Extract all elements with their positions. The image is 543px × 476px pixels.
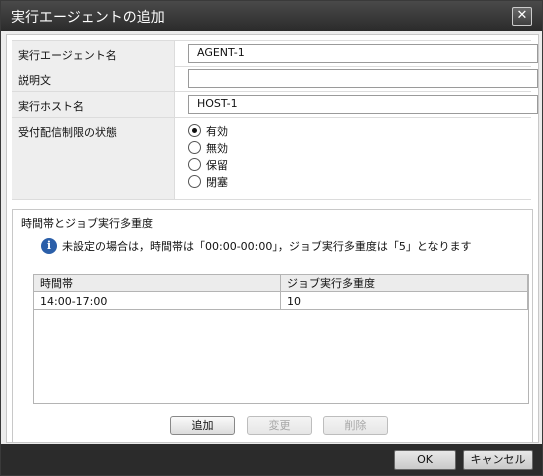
table-row[interactable]: 14:00-17:00 10 <box>34 291 528 310</box>
agent-name-label-cell: 実行エージェント名 <box>12 41 175 66</box>
cancel-button[interactable]: キャンセル <box>463 450 533 470</box>
info-text: 未設定の場合は，時間帯は「00:00-00:00」，ジョブ実行多重度は「5」とな… <box>62 240 472 253</box>
form-row-description: 説明文 <box>12 66 538 92</box>
agent-name-input[interactable]: AGENT-1 <box>188 44 538 63</box>
cell-concurrency[interactable]: 10 <box>280 291 528 310</box>
form-row-reception-status: 受付配信制限の状態 有効 無効 保留 閉塞 <box>12 118 531 200</box>
cell-time[interactable]: 14:00-17:00 <box>34 291 281 310</box>
description-label: 説明文 <box>18 74 51 87</box>
column-header-concurrency[interactable]: ジョブ実行多重度 <box>280 275 528 292</box>
column-header-time[interactable]: 時間帯 <box>34 275 281 292</box>
dialog-content: 実行エージェント名 AGENT-1 説明文 実行ホスト名 HOST-1 受付配信… <box>6 34 539 443</box>
reception-status-radio-group: 有効 無効 保留 閉塞 <box>188 122 228 190</box>
agent-name-label: 実行エージェント名 <box>18 49 117 62</box>
host-name-label-cell: 実行ホスト名 <box>12 92 175 117</box>
concurrency-section: 時間帯とジョブ実行多重度 i 未設定の場合は，時間帯は「00:00-00:00」… <box>12 209 533 443</box>
host-name-input[interactable]: HOST-1 <box>188 95 538 114</box>
delete-row-button[interactable]: 削除 <box>323 416 388 435</box>
concurrency-table: 時間帯 ジョブ実行多重度 14:00-17:00 10 <box>33 274 529 404</box>
section-title: 時間帯とジョブ実行多重度 <box>21 217 153 230</box>
reception-status-label: 受付配信制限の状態 <box>18 126 117 139</box>
close-button[interactable]: ✕ <box>512 7 532 26</box>
radio-label-hold: 保留 <box>206 158 228 172</box>
host-name-label: 実行ホスト名 <box>18 100 84 113</box>
radio-button[interactable] <box>188 141 201 154</box>
close-icon: ✕ <box>516 8 528 23</box>
radio-disabled[interactable]: 無効 <box>188 139 228 156</box>
radio-button[interactable] <box>188 175 201 188</box>
dialog-title: 実行エージェントの追加 <box>11 10 165 26</box>
radio-label-enabled: 有効 <box>206 124 228 138</box>
radio-button-checked[interactable] <box>188 124 201 137</box>
ok-button[interactable]: OK <box>394 450 456 470</box>
reception-status-label-cell: 受付配信制限の状態 <box>12 118 175 199</box>
radio-hold[interactable]: 保留 <box>188 156 228 173</box>
radio-button[interactable] <box>188 158 201 171</box>
info-icon: i <box>41 238 57 254</box>
form-row-host-name: 実行ホスト名 HOST-1 <box>12 92 538 118</box>
add-agent-dialog: 実行エージェントの追加 ✕ 実行エージェント名 AGENT-1 説明文 実行ホス… <box>0 0 543 476</box>
form-row-agent-name: 実行エージェント名 AGENT-1 <box>12 40 538 67</box>
info-message: i 未設定の場合は，時間帯は「00:00-00:00」，ジョブ実行多重度は「5」… <box>41 238 472 254</box>
description-label-cell: 説明文 <box>12 66 175 91</box>
radio-blocked[interactable]: 閉塞 <box>188 173 228 190</box>
add-row-button[interactable]: 追加 <box>170 416 235 435</box>
dialog-footer: OK キャンセル <box>1 444 542 475</box>
radio-label-disabled: 無効 <box>206 141 228 155</box>
radio-enabled[interactable]: 有効 <box>188 122 228 139</box>
edit-row-button[interactable]: 変更 <box>247 416 312 435</box>
description-input[interactable] <box>188 69 538 88</box>
radio-label-blocked: 閉塞 <box>206 175 228 189</box>
dialog-titlebar: 実行エージェントの追加 ✕ <box>1 1 542 31</box>
table-header-row: 時間帯 ジョブ実行多重度 <box>34 275 528 292</box>
